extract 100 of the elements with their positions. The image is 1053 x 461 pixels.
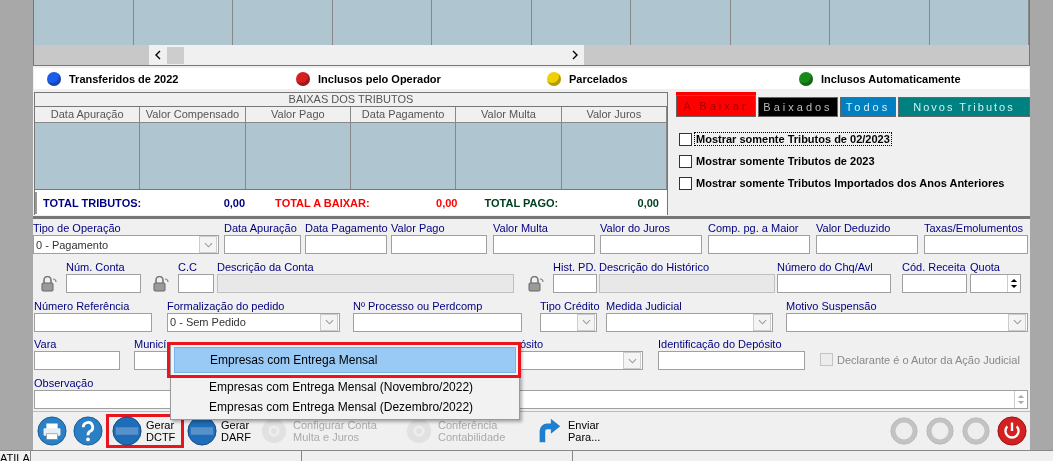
field-label: Motivo Suspensão [786,299,877,313]
field-label: Observação [34,377,94,390]
chevron-down-icon[interactable] [757,319,767,325]
scroll-right-icon[interactable] [571,50,579,60]
legend-label: Transferidos de 2022 [69,72,179,85]
field-label: Núm. Conta [66,260,125,274]
total-label: TOTAL TRIBUTOS: [43,197,142,209]
input-field[interactable] [353,312,522,332]
lock-icon[interactable] [40,275,58,292]
field-label: Data Pagamento [305,222,388,235]
total-label: TOTAL PAGO: [484,197,559,209]
power-icon [997,415,1027,446]
spin-up-icon[interactable] [1010,277,1018,283]
field-label: Formalização do pedido [167,299,285,313]
input-field[interactable] [708,235,810,254]
column-header: Valor Multa [456,107,562,123]
field-label: Vara [34,338,57,352]
scroll-thumb[interactable] [167,46,184,64]
dropdown-field[interactable] [606,312,773,332]
field-label: Cód. Receita [902,260,966,274]
checkbox-label[interactable]: Mostrar somente Tributos de 2023 [694,154,877,168]
field-label: ósito [520,338,544,352]
field-label: Número Referência [34,299,130,313]
dropdown-field[interactable] [520,351,643,371]
scroll-up-icon[interactable] [1017,394,1025,399]
lock-icon[interactable] [152,275,170,292]
chevron-down-icon[interactable] [627,357,637,364]
chevron-down-icon[interactable] [581,319,591,325]
input-field[interactable] [178,273,214,293]
input-field[interactable] [66,273,141,293]
total-value: 0,00 [637,197,659,209]
input-field[interactable] [305,235,387,254]
input-field[interactable] [217,273,514,293]
spin-down-icon[interactable] [1010,283,1018,289]
column-header: Valor Compensado [140,107,246,123]
dropdown-field[interactable]: 0 - Sem Pedido [167,312,340,332]
dropdown-field[interactable] [540,312,597,332]
field-label: Medida Judicial [606,299,682,313]
printer-icon [37,415,67,446]
column-header: Data Apuração [35,107,141,123]
spin-field[interactable] [970,273,1021,293]
field-label: Data Apuração [224,222,297,235]
toolbar-button[interactable] [34,413,70,448]
checkbox-label: Declarante é o Autor da Ação Judicial [837,353,1020,366]
input-field[interactable] [600,235,702,254]
input-field[interactable] [816,235,918,254]
total-value: 0,00 [223,197,246,209]
field-label: Municí [134,338,167,352]
total-value: 0,00 [436,197,458,209]
field-label: Valor do Juros [600,222,671,235]
tab[interactable]: Todos [840,97,896,117]
field-label: Quota [970,260,1000,274]
field-label: Descrição do Histórico [599,260,710,274]
field-label: Número do Chq/Avl [777,260,873,274]
dropdown-field[interactable] [786,312,1028,332]
toolbar-button[interactable] [994,413,1030,448]
horizontal-scrollbar[interactable] [149,45,584,65]
chevron-down-icon[interactable] [203,241,213,248]
input-field[interactable] [553,273,597,293]
round-icon [961,415,991,446]
input-field[interactable] [391,235,487,254]
input-field[interactable] [34,351,120,371]
field-label: Tipo Crédito [540,299,600,313]
menu-item[interactable]: Empresas com Entrega Mensal (Novembro/2022) [174,377,516,397]
legend-label: Inclusos pelo Operador [318,72,441,85]
input-field[interactable] [658,351,805,371]
input-field[interactable] [34,312,152,332]
field-label: Tipo de Operação [33,222,121,235]
toolbar-button[interactable]: Gerar DCTF [106,413,184,448]
checkbox[interactable] [679,154,692,168]
field-label: C.C [178,260,197,274]
total-label: TOTAL A BAIXAR: [275,197,370,209]
menu-item[interactable]: Empresas com Entrega Mensal [174,347,516,373]
input-field[interactable] [777,273,891,293]
checkbox-label[interactable]: Mostrar somente Tributos de 02/2023 [694,132,892,146]
chevron-down-icon[interactable] [1012,319,1022,325]
round-icon [925,415,955,446]
toolbar-button[interactable]: Enviar Para... [531,413,616,448]
scroll-down-icon[interactable] [1017,400,1025,405]
toolbar-button[interactable] [70,413,106,448]
round-icon [889,415,919,446]
checkbox[interactable] [679,132,692,146]
input-field[interactable] [224,235,301,254]
checkbox[interactable] [679,176,692,190]
field-label: Taxas/Emolumentos [924,222,1024,235]
input-field[interactable] [924,235,1028,254]
input-field[interactable] [493,235,595,254]
legend-label: Inclusos Automaticamente [821,72,961,85]
scroll-left-icon[interactable] [154,50,162,60]
field-label: Nº Processo ou Perdcomp [353,299,483,313]
chevron-down-icon[interactable] [324,319,334,325]
input-field[interactable] [134,351,170,371]
lock-icon[interactable] [527,275,545,292]
tab[interactable]: Baixados [758,97,838,117]
field-label: Descrição da Conta [217,260,314,274]
input-field[interactable] [599,273,775,293]
checkbox-label[interactable]: Mostrar somente Tributos Importados dos Anos Anteriores [694,176,1007,190]
tab[interactable]: Novos Tributos [898,97,1030,117]
input-field[interactable] [902,273,967,293]
dropdown-field[interactable]: 0 - Pagamento [33,235,219,254]
